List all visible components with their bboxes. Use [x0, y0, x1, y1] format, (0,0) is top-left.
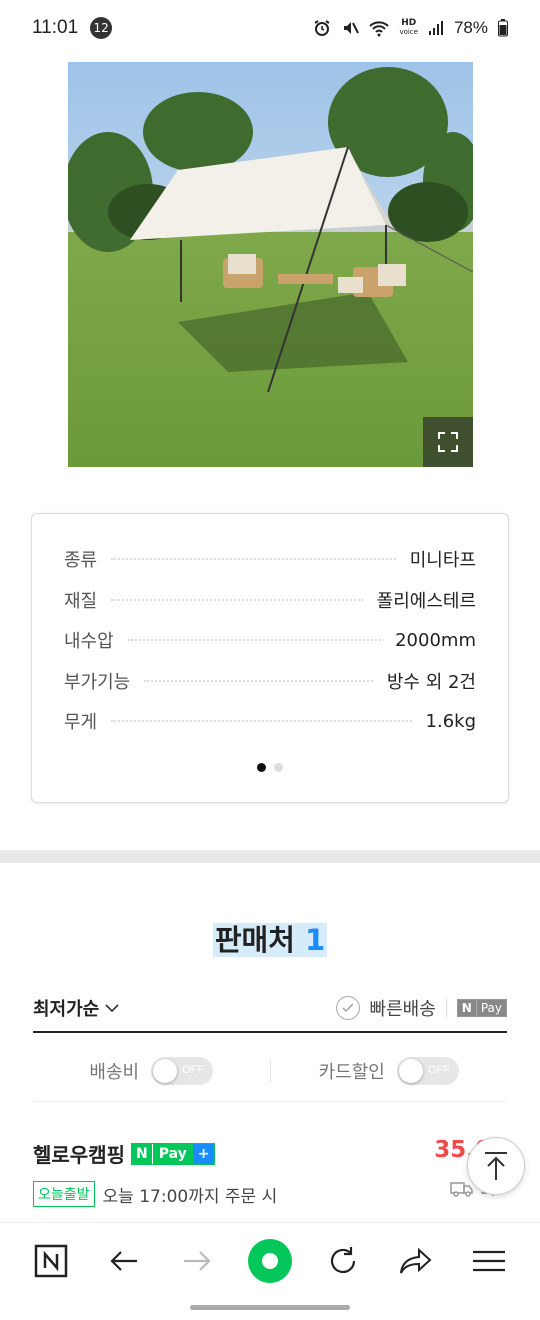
- today-ship-text: 오늘 17:00까지 주문 시: [102, 1186, 278, 1207]
- spec-leader-dots: [111, 720, 412, 722]
- sort-options: 빠른배송 N Pay: [335, 995, 507, 1021]
- seller-name[interactable]: 헬로우캠핑 N Pay +: [33, 1139, 216, 1168]
- spec-leader-dots: [127, 639, 382, 641]
- sort-label: 최저가순: [33, 999, 100, 1020]
- refresh-button[interactable]: [318, 1236, 368, 1286]
- pagination-dot-active[interactable]: [257, 763, 266, 772]
- battery-icon: [498, 19, 508, 37]
- spec-value: 방수 외 2건: [386, 672, 476, 693]
- spec-value: 미니타프: [409, 550, 476, 571]
- forward-button[interactable]: [172, 1236, 222, 1286]
- check-icon: [341, 1003, 354, 1013]
- arrow-right-icon: [183, 1250, 211, 1271]
- spec-row: 내수압 2000mm: [64, 625, 476, 655]
- filter-bar: 배송비 OFF 카드할인 OFF: [33, 1040, 507, 1102]
- mute-icon: [344, 22, 360, 34]
- battery-percent: 78%: [453, 18, 488, 37]
- spec-key: 부가기능: [64, 672, 131, 693]
- spec-value: 1.6kg: [425, 710, 476, 732]
- pagination-dot[interactable]: [274, 763, 283, 772]
- today-ship-badge: 오늘출발: [33, 1181, 95, 1207]
- share-button[interactable]: [391, 1236, 441, 1286]
- share-icon: [400, 1247, 432, 1273]
- naver-n-icon: [34, 1244, 67, 1277]
- spec-row: 종류 미니타프: [64, 544, 476, 574]
- green-dot-icon: [247, 1238, 292, 1283]
- sort-dropdown[interactable]: 최저가순: [33, 995, 119, 1021]
- separator: [445, 999, 447, 1017]
- truck-icon: [450, 1182, 473, 1197]
- scroll-to-top-button[interactable]: [467, 1137, 525, 1195]
- status-time: 11:01: [32, 17, 79, 38]
- section-divider: [0, 850, 540, 863]
- spec-leader-dots: [144, 680, 373, 682]
- menu-button[interactable]: [464, 1236, 514, 1286]
- fullscreen-button[interactable]: [423, 417, 473, 467]
- card-discount-filter: 카드할인 OFF: [271, 1056, 508, 1085]
- back-button[interactable]: [99, 1236, 149, 1286]
- spec-row: 재질 폴리에스테르: [64, 585, 476, 615]
- alarm-icon: [314, 20, 330, 36]
- spec-row: 무게 1.6kg: [64, 706, 476, 736]
- spec-value: 2000mm: [395, 629, 476, 651]
- spec-leader-dots: [111, 599, 363, 601]
- shipping-fee-label: 배송비: [89, 1061, 140, 1083]
- wifi-icon: [369, 21, 390, 37]
- spec-value: 폴리에스테르: [376, 591, 476, 612]
- seller-delivery-info: 오늘출발 오늘 17:00까지 주문 시: [33, 1181, 277, 1207]
- chevron-down-icon: [105, 1004, 119, 1013]
- shipping-fee-filter: 배송비 OFF: [33, 1056, 270, 1085]
- spec-key: 종류: [64, 550, 98, 571]
- tarp-photo-illustration: [68, 62, 473, 467]
- status-icons: HD voice 78%: [313, 18, 508, 38]
- spec-key: 무게: [64, 712, 98, 733]
- naver-home-button[interactable]: [26, 1236, 76, 1286]
- hamburger-menu-icon: [473, 1250, 506, 1271]
- npay-filter-button[interactable]: N Pay: [456, 999, 507, 1017]
- spec-leader-dots: [111, 558, 396, 560]
- card-discount-toggle[interactable]: OFF: [396, 1056, 459, 1085]
- card-discount-label: 카드할인: [318, 1061, 385, 1083]
- home-indicator[interactable]: [190, 1305, 350, 1310]
- spec-card[interactable]: 종류 미니타프 재질 폴리에스테르 내수압 2000mm 부가기능 방수 외 2…: [31, 513, 509, 803]
- sort-bar: 최저가순 빠른배송 N Pay: [33, 985, 507, 1033]
- spec-key: 내수압: [64, 631, 114, 652]
- arrow-up-icon: [485, 1152, 507, 1180]
- spec-row: 부가기능 방수 외 2건: [64, 666, 476, 696]
- sellers-title: 판매처 1: [212, 923, 328, 957]
- status-bar: 11:01 12 HD voice 78%: [0, 0, 540, 56]
- fast-delivery-label[interactable]: 빠른배송: [370, 995, 436, 1021]
- fast-delivery-checkbox[interactable]: [335, 996, 360, 1020]
- signal-icon: [428, 21, 443, 35]
- npay-plus-badge: N Pay +: [131, 1142, 216, 1165]
- spec-key: 재질: [64, 591, 98, 612]
- refresh-icon: [331, 1246, 356, 1273]
- notification-count-badge: 12: [90, 17, 113, 39]
- arrow-left-icon: [110, 1250, 137, 1271]
- seller-list-item[interactable]: 헬로우캠핑 N Pay + 35,00 오늘출발 오늘 17:00까지 주문 시…: [33, 1135, 507, 1215]
- shipping-fee-toggle[interactable]: OFF: [151, 1056, 214, 1085]
- browser-bottom-nav: [0, 1222, 540, 1298]
- product-image[interactable]: [68, 62, 473, 467]
- seller-count: 1: [304, 923, 326, 957]
- hd-voice-icon: HD voice: [399, 18, 418, 37]
- green-dot-button[interactable]: [245, 1236, 295, 1286]
- carousel-pagination: [32, 763, 508, 772]
- expand-icon: [438, 432, 458, 452]
